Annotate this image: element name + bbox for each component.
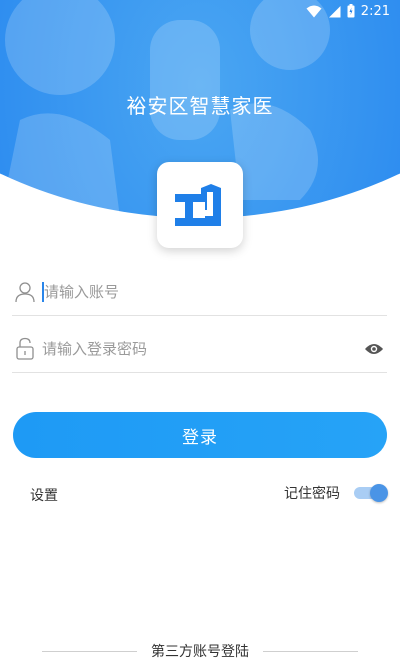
toggle-thumb xyxy=(370,484,388,502)
third-party-login-label: 第三方账号登陆 xyxy=(151,644,249,660)
remember-password: 记住密码 xyxy=(284,483,388,503)
status-bar: 2:21 xyxy=(0,0,400,22)
account-input[interactable] xyxy=(44,276,387,307)
signal-icon xyxy=(328,5,341,18)
account-field-row xyxy=(12,268,387,316)
status-time: 2:21 xyxy=(360,3,390,19)
app-title: 裕安区智慧家医 xyxy=(126,94,274,118)
divider-line-left xyxy=(42,650,137,652)
remember-password-label: 记住密码 xyxy=(284,486,340,502)
user-icon xyxy=(12,279,38,305)
house-logo-icon xyxy=(175,184,221,226)
lock-icon xyxy=(12,336,38,362)
password-input[interactable] xyxy=(42,333,361,364)
settings-link[interactable]: 设置 xyxy=(30,485,58,505)
divider-line-right xyxy=(263,650,358,652)
eye-icon[interactable] xyxy=(361,336,387,362)
wifi-icon xyxy=(306,5,322,18)
login-button[interactable]: 登录 xyxy=(13,412,387,458)
battery-icon xyxy=(347,4,355,18)
third-party-login-divider: 第三方账号登陆 xyxy=(0,640,400,661)
app-logo xyxy=(157,162,243,248)
password-field-row xyxy=(12,325,387,373)
remember-password-toggle[interactable] xyxy=(354,484,388,502)
